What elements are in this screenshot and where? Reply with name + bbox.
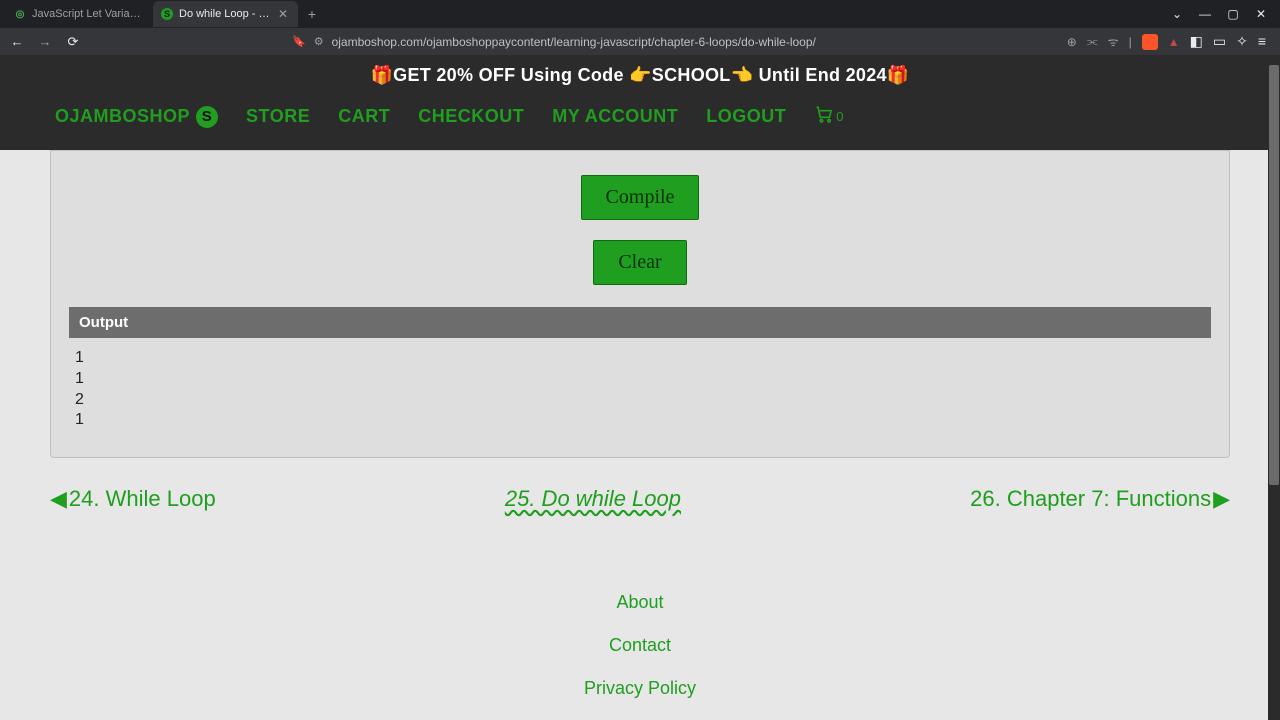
main-nav: OJAMBOSHOP S STORE CART CHECKOUT MY ACCO…	[0, 104, 1280, 129]
sparkle-icon[interactable]: ✧	[1236, 33, 1248, 50]
page-viewport: 🎁GET 20% OFF Using Code 👉SCHOOL👈 Until E…	[0, 55, 1280, 720]
output-line: 1	[75, 348, 1205, 369]
current-lesson-label: 25. Do while Loop	[505, 486, 681, 512]
minimize-icon[interactable]: —	[1196, 7, 1214, 21]
brand-text: OJAMBOSHOP	[55, 106, 190, 127]
nav-cart[interactable]: CART	[338, 106, 390, 127]
tab-inactive[interactable]: ◎ JavaScript Let Variable Declara	[6, 1, 151, 27]
prev-lesson-link[interactable]: ◀ 24. While Loop	[50, 486, 216, 512]
nav-logout[interactable]: LOGOUT	[706, 106, 786, 127]
promo-banner: 🎁GET 20% OFF Using Code 👉SCHOOL👈 Until E…	[370, 65, 909, 86]
footer-links: About Contact Privacy Policy Refund and …	[0, 592, 1280, 720]
prev-arrow-icon: ◀	[50, 486, 67, 512]
output-line: 1	[75, 410, 1205, 431]
tab-title: Do while Loop - OjamboSh	[179, 8, 270, 20]
lesson-pager: ◀ 24. While Loop 25. Do while Loop 26. C…	[50, 486, 1230, 512]
divider: |	[1129, 35, 1132, 49]
nav-store[interactable]: STORE	[246, 106, 310, 127]
prev-lesson-label: 24. While Loop	[69, 486, 216, 512]
bookmark-icon[interactable]: 🔖	[292, 35, 306, 48]
reload-button[interactable]: ⟳	[64, 33, 82, 51]
new-tab-button[interactable]: +	[300, 2, 324, 26]
window-controls: ⌄ — ▢ ✕	[1168, 7, 1280, 21]
tab-active[interactable]: S Do while Loop - OjamboSh ✕	[153, 1, 298, 27]
footer-about[interactable]: About	[616, 592, 663, 613]
maximize-icon[interactable]: ▢	[1224, 7, 1242, 21]
cart-icon	[814, 104, 834, 129]
close-window-icon[interactable]: ✕	[1252, 7, 1270, 21]
favicon-icon: S	[161, 8, 173, 20]
brand-badge-icon: S	[196, 106, 218, 128]
scrollbar[interactable]	[1268, 55, 1280, 720]
output-line: 2	[75, 390, 1205, 411]
lesson-card: Compile Clear Output 1 1 2 1	[50, 150, 1230, 458]
footer-privacy[interactable]: Privacy Policy	[584, 678, 696, 699]
close-icon[interactable]: ✕	[276, 7, 290, 21]
chevron-down-icon[interactable]: ⌄	[1168, 7, 1186, 21]
clear-button[interactable]: Clear	[593, 240, 686, 285]
site-settings-icon[interactable]: ⚙	[314, 35, 324, 48]
zoom-icon[interactable]: ⊕	[1067, 35, 1077, 49]
warning-icon[interactable]: ▲	[1168, 35, 1180, 49]
next-lesson-link[interactable]: 26. Chapter 7: Functions ▶	[970, 486, 1230, 512]
tab-title: JavaScript Let Variable Declara	[32, 8, 143, 20]
share-icon[interactable]: ⫘	[1087, 34, 1098, 49]
nav-toolbar: ← → ⟳ 🔖 ⚙ ojamboshop.com/ojamboshoppayco…	[0, 28, 1280, 55]
browser-menu-icons: ◧ ▭ ✧ ≡	[1190, 33, 1272, 50]
forward-button[interactable]: →	[36, 33, 54, 51]
address-bar[interactable]: 🔖 ⚙ ojamboshop.com/ojamboshoppaycontent/…	[292, 35, 1037, 49]
url-text: ojamboshop.com/ojamboshoppaycontent/lear…	[332, 35, 816, 49]
next-lesson-label: 26. Chapter 7: Functions	[970, 486, 1211, 512]
rss-icon[interactable]: ᯤ	[1108, 33, 1119, 50]
tab-strip: ◎ JavaScript Let Variable Declara S Do w…	[0, 0, 1280, 28]
footer-contact[interactable]: Contact	[609, 635, 671, 656]
browser-chrome: ◎ JavaScript Let Variable Declara S Do w…	[0, 0, 1280, 55]
favicon-icon: ◎	[14, 8, 26, 20]
sidepanel-icon[interactable]: ◧	[1190, 33, 1203, 50]
wallet-icon[interactable]: ▭	[1213, 33, 1226, 50]
output-panel: Output 1 1 2 1	[69, 307, 1211, 439]
next-arrow-icon: ▶	[1213, 486, 1230, 512]
extension-shield-icon[interactable]	[1142, 34, 1158, 50]
back-button[interactable]: ←	[8, 33, 26, 51]
output-body: 1 1 2 1	[69, 338, 1211, 439]
output-line: 1	[75, 369, 1205, 390]
hamburger-icon[interactable]: ≡	[1258, 33, 1266, 50]
nav-account[interactable]: MY ACCOUNT	[552, 106, 678, 127]
output-header: Output	[69, 307, 1211, 338]
scrollbar-thumb[interactable]	[1269, 65, 1279, 485]
compile-button[interactable]: Compile	[581, 175, 700, 220]
cart-count: 0	[836, 109, 843, 124]
site-header: 🎁GET 20% OFF Using Code 👉SCHOOL👈 Until E…	[0, 55, 1280, 150]
brand-link[interactable]: OJAMBOSHOP S	[55, 106, 218, 128]
omnibox-actions: ⊕ ⫘ ᯤ | ▲	[1067, 33, 1180, 50]
nav-checkout[interactable]: CHECKOUT	[418, 106, 524, 127]
cart-indicator[interactable]: 0	[814, 104, 843, 129]
